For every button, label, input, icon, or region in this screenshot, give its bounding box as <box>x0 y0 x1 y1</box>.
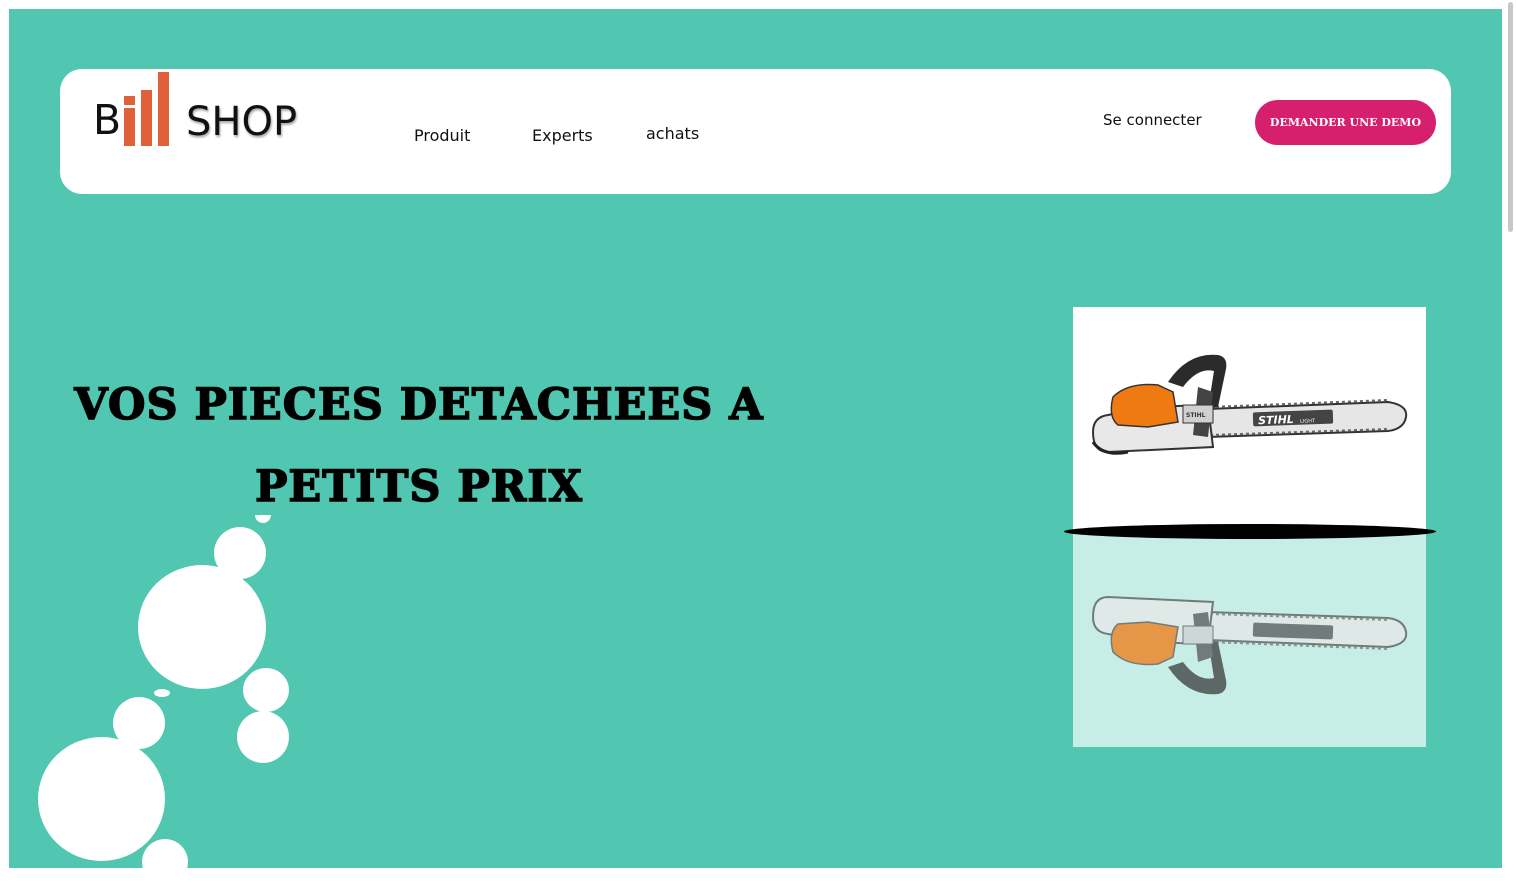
hero-title-line-2: PETITS PRIX <box>254 461 583 513</box>
bubble-decoration <box>38 737 165 861</box>
stihl-bar-sublabel: LIGHT <box>1300 418 1316 425</box>
bubble-decoration <box>237 711 289 763</box>
request-demo-button[interactable]: DEMANDER UNE DEMO <box>1255 100 1436 145</box>
nav-link-experts[interactable]: Experts <box>532 126 593 145</box>
logo-letter-b: B <box>93 96 122 144</box>
login-link[interactable]: Se connecter <box>1103 111 1202 129</box>
bill-shop-logo[interactable]: B SHOP <box>93 72 303 152</box>
hero-title: VOS PIECES DETACHEES A PETITS PRIX <box>9 364 829 528</box>
bubble-decoration <box>138 565 266 689</box>
bar-chart-logo-icon <box>124 72 169 146</box>
chainsaw-reflection-icon <box>1091 595 1408 695</box>
bubble-decoration <box>142 839 188 868</box>
nav-link-achats[interactable]: achats <box>646 124 699 143</box>
nav-link-produit[interactable]: Produit <box>414 126 470 145</box>
bubble-decoration <box>243 668 289 712</box>
stihl-bar-label: STIHL <box>1258 413 1294 427</box>
stihl-body-label: STIHL <box>1186 412 1206 419</box>
page-background: B SHOP Produit Experts achats Se connect… <box>9 9 1502 868</box>
navbar: B SHOP Produit Experts achats Se connect… <box>60 69 1451 194</box>
logo-word-shop: SHOP <box>186 99 298 145</box>
product-shadow-divider <box>1064 524 1436 539</box>
hero-title-line-1: VOS PIECES DETACHEES A <box>74 379 764 431</box>
scrollbar-thumb[interactable] <box>1508 2 1513 232</box>
product-image-area: STIHL LIGHT STIHL <box>1073 307 1426 532</box>
chainsaw-icon: STIHL LIGHT STIHL <box>1091 354 1408 455</box>
bubble-decoration <box>154 689 170 697</box>
